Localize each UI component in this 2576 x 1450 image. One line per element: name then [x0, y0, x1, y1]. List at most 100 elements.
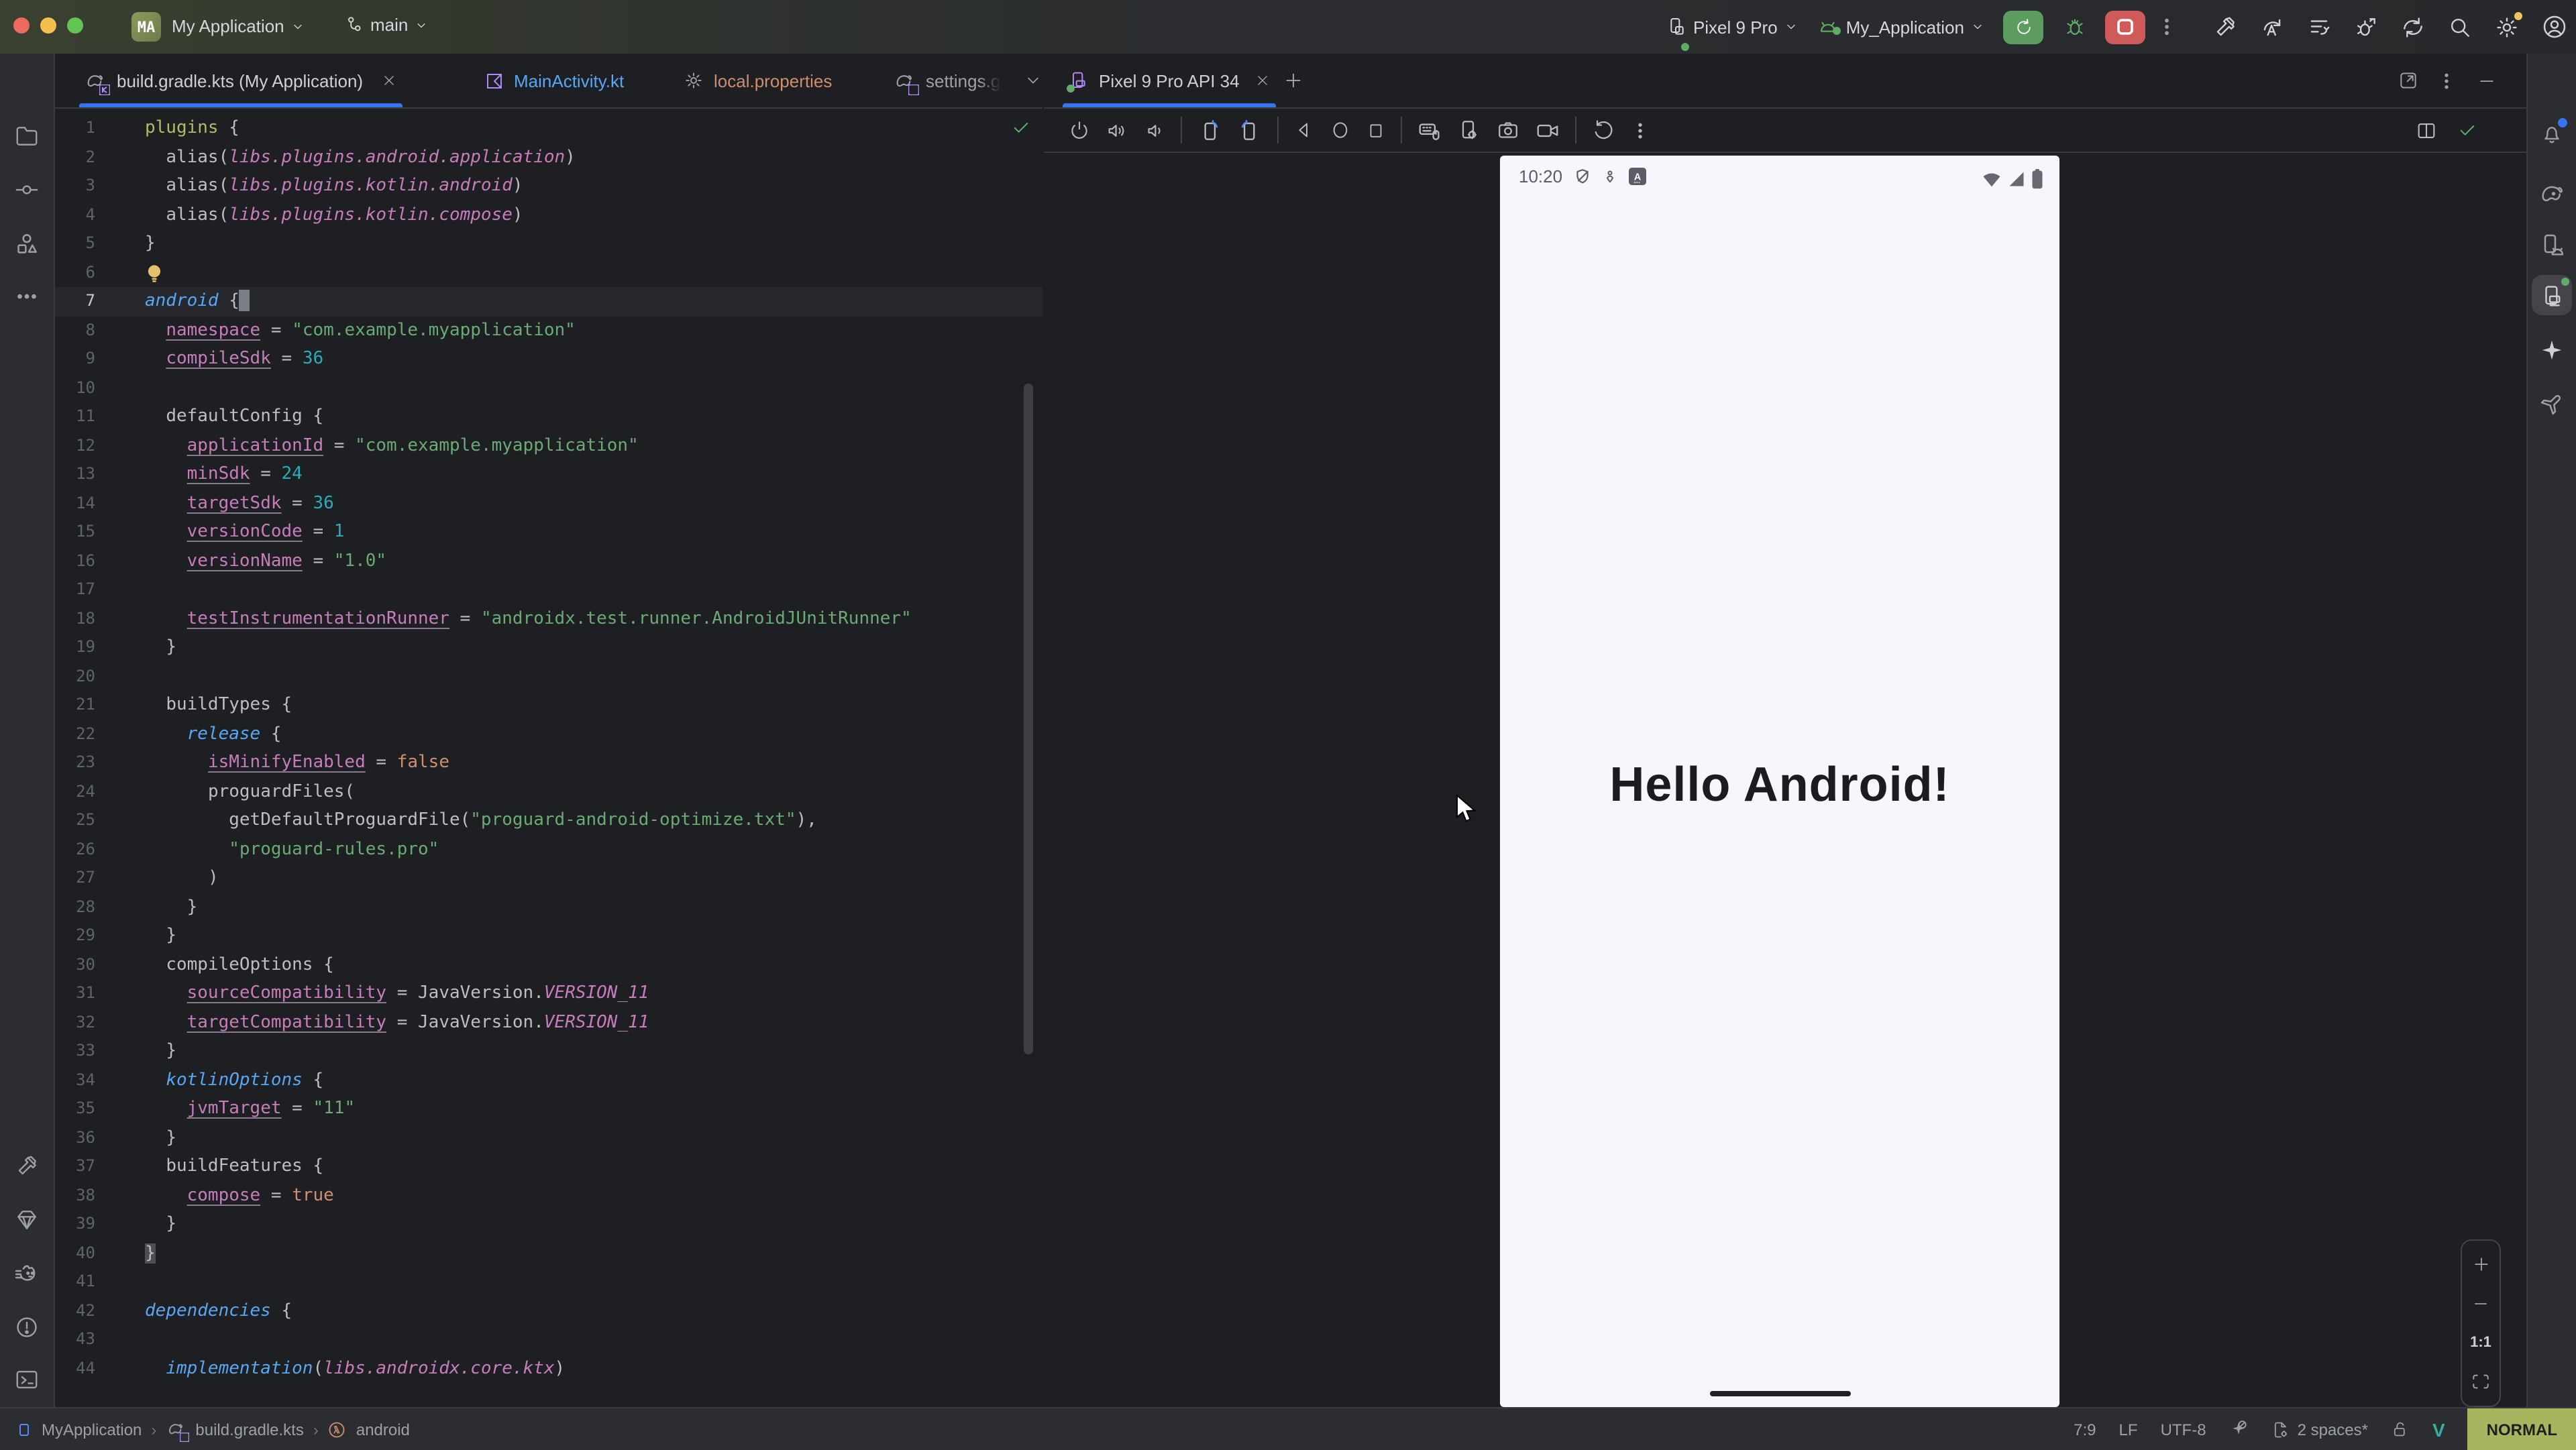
- line-number[interactable]: 28: [55, 893, 95, 922]
- code-line[interactable]: 11 defaultConfig {: [55, 402, 1042, 431]
- android-back-icon[interactable]: [1293, 119, 1315, 141]
- ai-assistant-disabled-icon[interactable]: [2229, 1419, 2249, 1439]
- tab-settings-gradle[interactable]: settings.g: [880, 54, 1014, 107]
- notifications-widget[interactable]: [2539, 121, 2565, 146]
- commit-tool-icon[interactable]: [14, 177, 40, 203]
- line-number[interactable]: 3: [55, 172, 95, 201]
- volume-down-icon[interactable]: [1143, 119, 1166, 142]
- line-number[interactable]: 23: [55, 748, 95, 777]
- tool-window-options-kebab-icon[interactable]: [2436, 71, 2457, 91]
- line-number[interactable]: 35: [55, 1095, 95, 1123]
- close-tab-icon[interactable]: [1254, 72, 1271, 89]
- code-line[interactable]: 33 }: [55, 1037, 1042, 1066]
- open-in-window-icon[interactable]: [2398, 70, 2419, 91]
- layout-columns-icon[interactable]: [2415, 119, 2438, 142]
- encoding-widget[interactable]: UTF-8: [2161, 1420, 2206, 1439]
- profiler-icon[interactable]: [2259, 14, 2285, 40]
- reset-view-icon[interactable]: [1591, 118, 1615, 142]
- zoom-in-icon[interactable]: [2471, 1254, 2491, 1274]
- profiler-tool-icon[interactable]: [13, 1261, 40, 1288]
- zoom-window-button[interactable]: [67, 17, 83, 34]
- code-line[interactable]: 3 alias(libs.plugins.kotlin.android): [55, 172, 1042, 201]
- stop-button[interactable]: [2105, 10, 2145, 44]
- code-line[interactable]: 42dependencies {: [55, 1296, 1042, 1325]
- code-line[interactable]: 16 versionName = "1.0": [55, 547, 1042, 575]
- code-line[interactable]: 19 }: [55, 633, 1042, 662]
- android-overview-icon[interactable]: [1366, 120, 1386, 140]
- more-run-actions-icon[interactable]: [2156, 16, 2178, 38]
- screen-record-icon[interactable]: [1535, 117, 1560, 143]
- project-icon[interactable]: MA: [131, 12, 161, 42]
- line-number[interactable]: 36: [55, 1123, 95, 1152]
- code-line[interactable]: 6: [55, 258, 1042, 287]
- debug-button[interactable]: [2054, 10, 2094, 44]
- code-line[interactable]: 18 testInstrumentationRunner = "androidx…: [55, 604, 1042, 633]
- code-line[interactable]: 10: [55, 374, 1042, 402]
- code-line[interactable]: 31 sourceCompatibility = JavaVersion.VER…: [55, 979, 1042, 1008]
- close-window-button[interactable]: [13, 17, 30, 34]
- resource-manager-icon[interactable]: [13, 231, 40, 258]
- code-line[interactable]: 36 }: [55, 1123, 1042, 1152]
- build-hammer-icon[interactable]: [2212, 14, 2238, 40]
- gesture-pill[interactable]: [1709, 1391, 1850, 1396]
- more-tool-windows-icon[interactable]: [15, 284, 39, 309]
- tab-list-chevron-icon[interactable]: [1024, 71, 1042, 90]
- line-number[interactable]: 37: [55, 1152, 95, 1181]
- line-number[interactable]: 15: [55, 518, 95, 547]
- line-number[interactable]: 39: [55, 1210, 95, 1239]
- code-line[interactable]: 23 isMinifyEnabled = false: [55, 748, 1042, 777]
- code-line[interactable]: 12 applicationId = "com.example.myapplic…: [55, 431, 1042, 460]
- build-tool-icon[interactable]: [14, 1154, 40, 1179]
- project-widget[interactable]: My Application: [172, 16, 305, 36]
- line-number[interactable]: 24: [55, 777, 95, 806]
- line-number[interactable]: 5: [55, 229, 95, 258]
- unlocked-icon[interactable]: [2391, 1419, 2410, 1439]
- rerun-button[interactable]: [2003, 10, 2043, 44]
- gradle-tool-icon[interactable]: [2538, 180, 2565, 207]
- line-number[interactable]: 12: [55, 431, 95, 460]
- line-number[interactable]: 17: [55, 575, 95, 604]
- sync-icon[interactable]: [2400, 14, 2426, 40]
- inspections-ok-check-icon[interactable]: [1010, 117, 1032, 138]
- code-line[interactable]: 14 targetSdk = 36: [55, 489, 1042, 518]
- airplane-icon[interactable]: [2538, 390, 2565, 417]
- breadcrumb-project[interactable]: MyApplication: [42, 1420, 142, 1439]
- avatar-icon[interactable]: [2541, 13, 2568, 40]
- line-number[interactable]: 27: [55, 864, 95, 893]
- zoom-out-icon[interactable]: [2471, 1295, 2490, 1314]
- hardware-input-icon[interactable]: [1417, 117, 1442, 143]
- volume-up-icon[interactable]: [1106, 119, 1128, 142]
- run-configuration-selector[interactable]: My_Application: [1817, 15, 1984, 38]
- code-line[interactable]: 1plugins {: [55, 114, 1042, 143]
- code-line[interactable]: 44 implementation(libs.androidx.core.ktx…: [55, 1354, 1042, 1383]
- code-line[interactable]: 37 buildFeatures {: [55, 1152, 1042, 1181]
- breadcrumb-element[interactable]: android: [356, 1420, 410, 1439]
- code-line[interactable]: 7android {: [55, 287, 1042, 316]
- code-line[interactable]: 28 }: [55, 893, 1042, 922]
- line-number[interactable]: 7: [55, 287, 95, 316]
- line-number[interactable]: 19: [55, 633, 95, 662]
- line-number[interactable]: 16: [55, 547, 95, 575]
- code-line[interactable]: 34 kotlinOptions {: [55, 1066, 1042, 1095]
- line-number[interactable]: 32: [55, 1008, 95, 1037]
- tab-mainactivity[interactable]: MainActivity.kt: [471, 54, 637, 107]
- code-line[interactable]: 30 compileOptions {: [55, 950, 1042, 979]
- code-line[interactable]: 9 compileSdk = 36: [55, 345, 1042, 374]
- code-line[interactable]: 27 ): [55, 864, 1042, 893]
- code-line[interactable]: 25 getDefaultProguardFile("proguard-andr…: [55, 806, 1042, 835]
- line-number[interactable]: 30: [55, 950, 95, 979]
- terminal-tool-icon[interactable]: [14, 1367, 40, 1392]
- line-number[interactable]: 22: [55, 720, 95, 748]
- code-line[interactable]: 41: [55, 1268, 1042, 1296]
- rotate-right-icon[interactable]: [1237, 117, 1263, 143]
- line-number[interactable]: 44: [55, 1354, 95, 1383]
- search-everywhere-icon[interactable]: [2447, 14, 2473, 40]
- code-line[interactable]: 29 }: [55, 922, 1042, 950]
- hide-tool-window-icon[interactable]: [2477, 71, 2497, 91]
- vcs-branch-widget[interactable]: main: [343, 15, 428, 35]
- code-line[interactable]: 8 namespace = "com.example.myapplication…: [55, 316, 1042, 345]
- code-line[interactable]: 4 alias(libs.plugins.kotlin.compose): [55, 201, 1042, 229]
- running-devices-tool-active[interactable]: [2532, 275, 2572, 315]
- code-line[interactable]: 26 "proguard-rules.pro": [55, 835, 1042, 864]
- editor-scrollbar[interactable]: [1024, 384, 1033, 1054]
